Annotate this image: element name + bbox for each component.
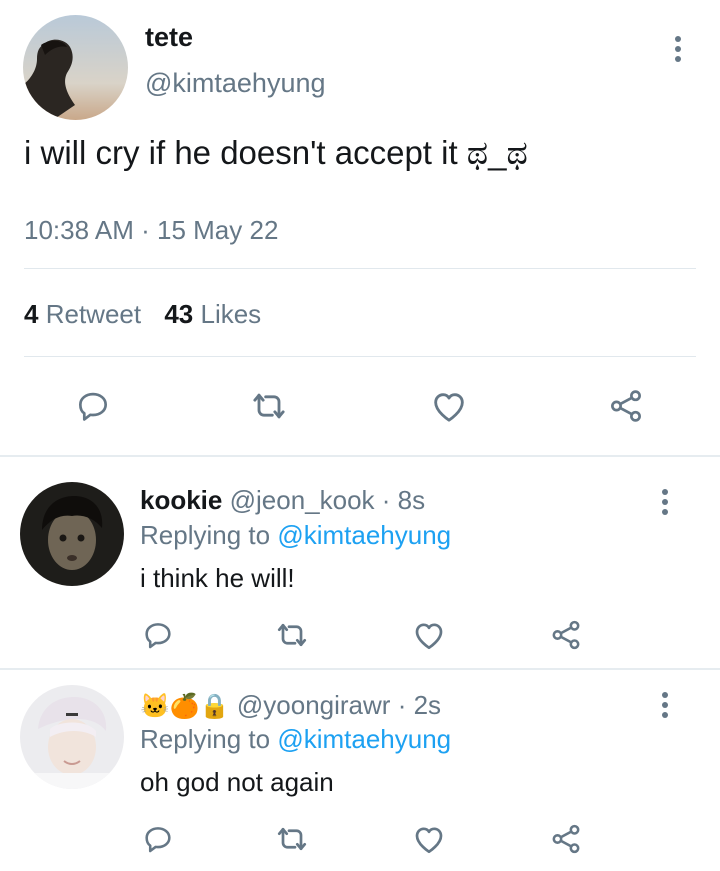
reply-time: · 2s	[397, 690, 442, 720]
more-vertical-icon[interactable]	[660, 692, 670, 718]
like-count: 43	[164, 299, 194, 329]
avatar[interactable]	[23, 15, 128, 120]
share-icon	[552, 620, 580, 650]
replying-to-label: Replying to	[140, 724, 271, 754]
retweet-icon	[253, 393, 285, 419]
replying-to: Replying to @kimtaehyung	[140, 520, 451, 551]
avatar[interactable]	[20, 685, 124, 789]
reply-text: oh god not again	[140, 767, 334, 797]
reply-icon	[145, 623, 171, 649]
retweet-icon	[277, 623, 307, 647]
retweet-stat[interactable]: 4 Retweet	[24, 299, 148, 329]
timestamp-separator: ·	[141, 215, 150, 245]
divider	[24, 268, 696, 269]
retweet-label: Retweet	[45, 299, 142, 329]
tweet-timestamp: 10:38 AM · 15 May 22	[24, 215, 278, 246]
heart-icon	[415, 623, 443, 650]
more-vertical-icon[interactable]	[660, 489, 670, 515]
more-vertical-icon[interactable]	[673, 36, 683, 62]
share-button[interactable]	[547, 820, 585, 858]
heart-icon	[434, 393, 464, 422]
replying-to: Replying to @kimtaehyung	[140, 724, 451, 755]
likes-stat[interactable]: 43 Likes	[164, 299, 261, 329]
tweet-date: 15 May 22	[157, 215, 279, 245]
replying-to-label: Replying to	[140, 520, 271, 550]
like-button[interactable]	[410, 616, 448, 654]
share-button[interactable]	[604, 384, 648, 428]
author-name[interactable]: 🐱🍊🔒	[140, 693, 230, 720]
author-handle[interactable]: @jeon_kook	[230, 485, 375, 515]
retweet-button[interactable]	[247, 384, 291, 428]
reply-button[interactable]	[71, 384, 115, 428]
reply-button[interactable]	[139, 820, 177, 858]
reply-button[interactable]	[139, 616, 177, 654]
like-button[interactable]	[410, 820, 448, 858]
retweet-button[interactable]	[273, 616, 311, 654]
author-name[interactable]: kookie	[140, 485, 222, 515]
engagement-stats: 4 Retweet 43 Likes	[24, 299, 261, 330]
section-divider	[0, 668, 720, 670]
like-button[interactable]	[427, 384, 471, 428]
avatar[interactable]	[20, 482, 124, 586]
like-label: Likes	[200, 299, 262, 329]
author-handle[interactable]: @yoongirawr	[237, 690, 391, 720]
share-button[interactable]	[547, 616, 585, 654]
retweet-count: 4	[24, 299, 39, 329]
reply-time: · 8s	[381, 485, 426, 515]
share-icon	[552, 824, 580, 854]
reply-icon	[145, 827, 171, 853]
divider	[24, 356, 696, 357]
author-handle[interactable]: @kimtaehyung	[145, 68, 326, 99]
author-name[interactable]: tete	[145, 22, 193, 53]
reply-header: 🐱🍊🔒 @yoongirawr · 2s	[140, 690, 441, 721]
reply-icon	[78, 392, 108, 421]
replying-to-handle[interactable]: @kimtaehyung	[277, 724, 451, 754]
retweet-button[interactable]	[273, 820, 311, 858]
reply-text: i think he will!	[140, 563, 295, 593]
reply-header: kookie @jeon_kook · 8s	[140, 485, 425, 516]
retweet-icon	[277, 827, 307, 851]
heart-icon	[415, 827, 443, 854]
tweet-text: i will cry if he doesn't accept it ಥ_ಥ	[24, 134, 528, 171]
section-divider	[0, 455, 720, 457]
share-icon	[611, 390, 641, 422]
replying-to-handle[interactable]: @kimtaehyung	[277, 520, 451, 550]
tweet-time: 10:38 AM	[24, 215, 134, 245]
